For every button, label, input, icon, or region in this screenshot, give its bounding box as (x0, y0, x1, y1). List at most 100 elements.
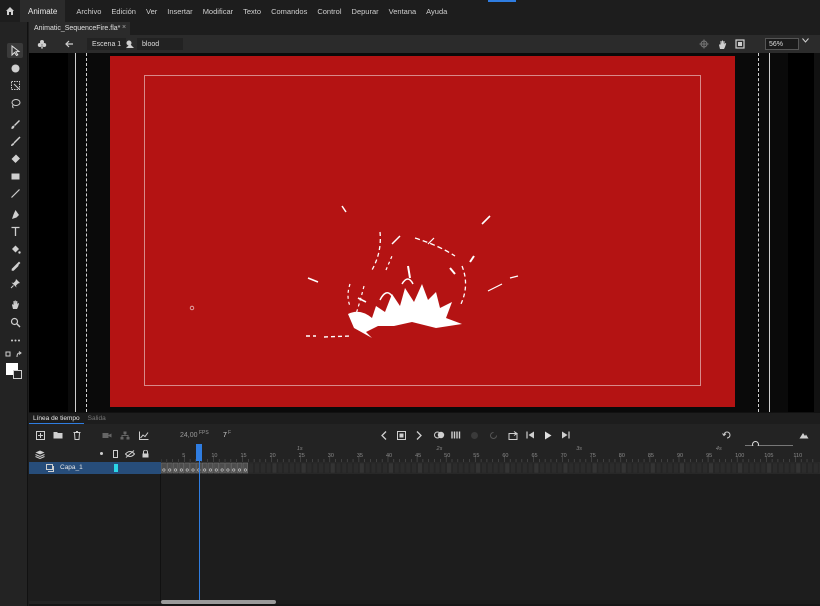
zoom-input[interactable]: 56% (765, 38, 799, 50)
menu-ventana[interactable]: Ventana (384, 0, 422, 22)
frame-cell[interactable] (335, 462, 342, 474)
stroke-fill-swap[interactable] (5, 351, 23, 359)
frame-tint-button[interactable] (469, 429, 479, 441)
frame-cell[interactable] (295, 462, 301, 474)
frame-cell[interactable] (271, 462, 278, 474)
pin-tool[interactable] (7, 276, 23, 291)
insert-keyframe-button[interactable] (396, 429, 406, 441)
frame-cell[interactable] (673, 462, 679, 474)
frame-cell[interactable] (795, 462, 801, 474)
menu-control[interactable]: Control (312, 0, 346, 22)
menu-ayuda[interactable]: Ayuda (421, 0, 452, 22)
new-folder-button[interactable] (53, 429, 63, 441)
frame-cell[interactable] (428, 462, 435, 474)
frame-cell[interactable] (498, 462, 505, 474)
frame-cell[interactable] (522, 462, 528, 474)
frame-cell[interactable] (632, 462, 638, 474)
edit-multiple-frames-button[interactable] (450, 429, 462, 441)
frame-cell[interactable] (306, 462, 313, 474)
fps-value[interactable]: 24,00 (180, 432, 198, 439)
chevron-down-icon[interactable] (802, 38, 809, 45)
frame-cell[interactable] (655, 462, 662, 474)
brush-tool[interactable] (7, 134, 23, 149)
frame-cell[interactable] (359, 462, 365, 474)
frame-cell[interactable] (330, 462, 336, 474)
frame-cell[interactable] (644, 462, 650, 474)
selection-tool[interactable] (7, 43, 23, 58)
frame-cell[interactable] (254, 462, 260, 474)
frame-cell[interactable] (324, 462, 330, 474)
frame-cell[interactable] (813, 462, 819, 474)
frame-cell[interactable] (266, 462, 272, 474)
frame-cell[interactable] (283, 462, 289, 474)
frame-cell[interactable] (481, 462, 487, 474)
frame-cell[interactable] (749, 462, 755, 474)
home-button[interactable] (0, 0, 20, 22)
frame-cell[interactable] (399, 462, 406, 474)
frame-cell[interactable] (458, 462, 464, 474)
frame-cell[interactable] (405, 462, 412, 474)
menu-depurar[interactable]: Depurar (347, 0, 384, 22)
frame-cell[interactable] (679, 462, 685, 474)
frame-cell[interactable] (318, 462, 324, 474)
frame-cell[interactable] (725, 462, 732, 474)
new-layer-button[interactable] (35, 429, 45, 441)
frame-cell[interactable] (551, 462, 557, 474)
paint-brush-tool[interactable] (7, 117, 23, 132)
frame-cell[interactable] (545, 462, 551, 474)
frame-cell[interactable] (719, 462, 726, 474)
frame-cell[interactable] (347, 462, 353, 474)
layer-parenting-button[interactable] (120, 429, 130, 441)
frame-cell[interactable] (452, 462, 458, 474)
previous-keyframe-button[interactable] (379, 429, 389, 441)
frame-cell[interactable] (667, 462, 673, 474)
sync-button[interactable] (488, 429, 498, 441)
frame-cell[interactable] (714, 462, 720, 474)
next-keyframe-button[interactable] (414, 429, 424, 441)
layer-name[interactable]: Capa_1 (60, 464, 83, 471)
frame-cell[interactable] (696, 462, 703, 474)
frame-cell[interactable] (661, 462, 668, 474)
document-tab[interactable]: Animatic_SequenceFire.fla* (29, 22, 130, 35)
onion-skin-button[interactable] (433, 429, 445, 441)
frame-cell[interactable] (731, 462, 737, 474)
zoom-tool[interactable] (7, 315, 23, 330)
breadcrumb-symbol[interactable]: blood (137, 38, 184, 50)
menu-comandos[interactable]: Comandos (266, 0, 312, 22)
outline-icon[interactable] (113, 450, 118, 460)
visibility-icon[interactable] (124, 450, 136, 460)
frame-cell[interactable] (574, 462, 580, 474)
frame-cell[interactable] (615, 462, 621, 474)
layer-color-swatch[interactable] (114, 464, 118, 472)
frames-row[interactable] (161, 462, 820, 474)
frame-cell[interactable] (597, 462, 604, 474)
frame-cell[interactable] (586, 462, 592, 474)
close-icon[interactable]: × (122, 24, 126, 31)
zoom-in-timeline-button[interactable] (799, 429, 809, 441)
frame-cell[interactable] (557, 462, 563, 474)
frame-cell[interactable] (533, 462, 540, 474)
frame-cell[interactable] (353, 462, 359, 474)
frame-cell[interactable] (423, 462, 429, 474)
more-tools-button[interactable] (7, 333, 23, 348)
frame-cell[interactable] (801, 462, 807, 474)
rectangle-tool[interactable] (7, 169, 23, 184)
tab-output[interactable]: Salida (84, 413, 110, 424)
frame-cell[interactable] (778, 462, 784, 474)
loop-button[interactable] (507, 429, 519, 441)
eraser-tool[interactable] (7, 151, 23, 166)
highlight-layers-dot[interactable] (100, 452, 103, 455)
frame-cell[interactable] (411, 462, 417, 474)
frame-cell[interactable] (463, 462, 470, 474)
frame-cell[interactable] (277, 462, 283, 474)
go-to-first-frame-button[interactable] (525, 429, 535, 441)
frame-cell[interactable] (469, 462, 476, 474)
frame-cell[interactable] (527, 462, 534, 474)
frame-cell[interactable] (312, 462, 318, 474)
breadcrumb-scene[interactable]: Escena 1 (87, 38, 127, 50)
current-frame-value[interactable]: 7 (223, 432, 227, 439)
frame-cell[interactable] (364, 462, 371, 474)
frame-cell[interactable] (492, 462, 499, 474)
paint-bucket-tool[interactable] (7, 242, 23, 257)
lock-icon[interactable] (142, 449, 149, 460)
